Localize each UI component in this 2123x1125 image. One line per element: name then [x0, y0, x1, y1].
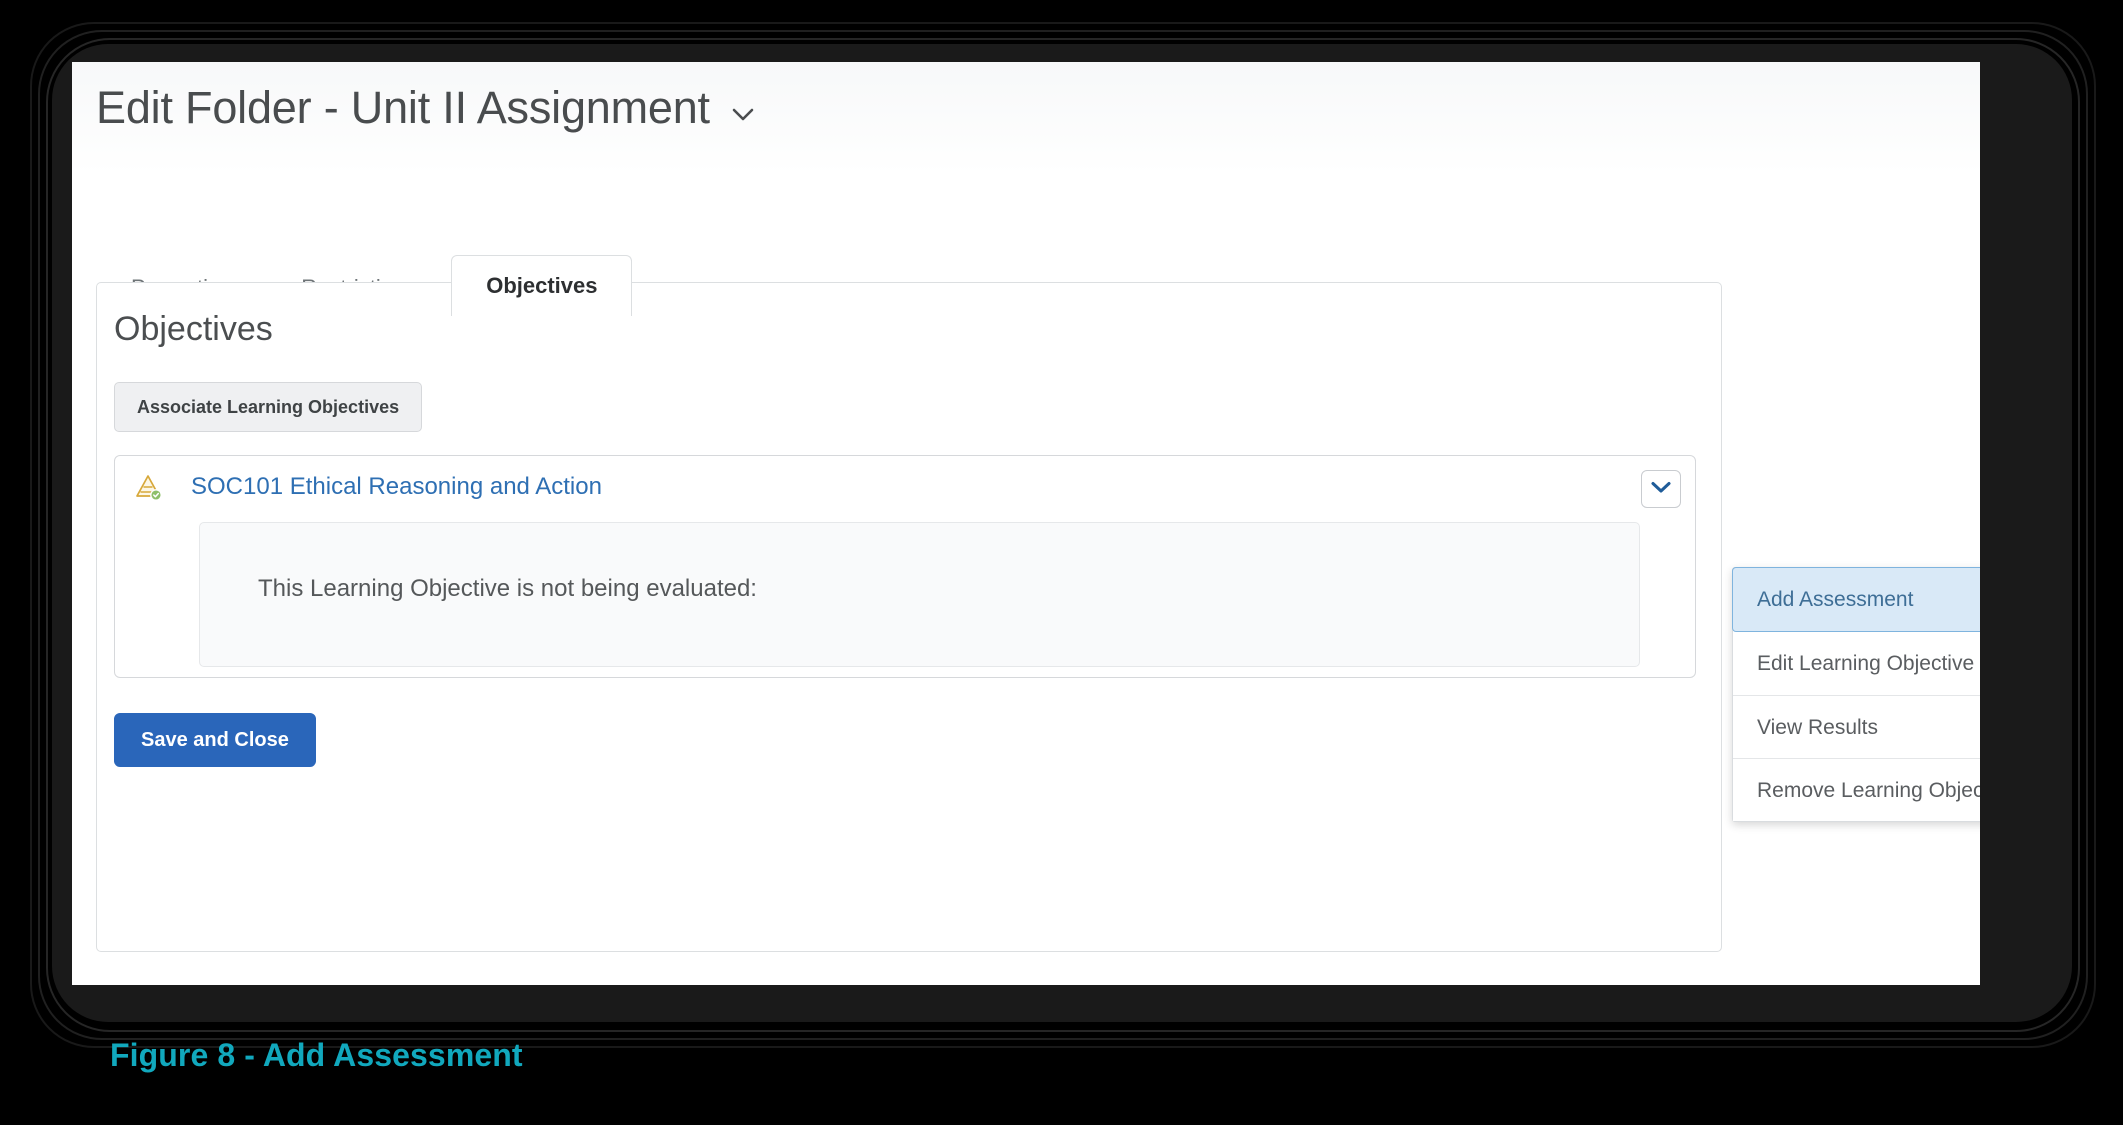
learning-objective-link[interactable]: SOC101 Ethical Reasoning and Action: [191, 473, 602, 501]
page-title: Edit Folder - Unit II Assignment: [96, 82, 710, 133]
objectives-panel: Objectives Associate Learning Objectives: [96, 282, 1722, 952]
learning-objective-actions-button[interactable]: [1641, 470, 1681, 508]
app-window: Edit Folder - Unit II Assignment Propert…: [72, 62, 1980, 985]
learning-objective-header-row: SOC101 Ethical Reasoning and Action: [115, 456, 1695, 518]
page-title-row: Edit Folder - Unit II Assignment: [96, 82, 754, 134]
menu-item-edit-learning-objective[interactable]: Edit Learning Objective: [1733, 632, 1980, 695]
title-chevron-down-icon[interactable]: [732, 94, 754, 122]
save-and-close-button[interactable]: Save and Close: [114, 713, 316, 767]
menu-item-add-assessment[interactable]: Add Assessment: [1732, 567, 1980, 632]
learning-objective-actions-menu: Add Assessment Edit Learning Objective V…: [1732, 567, 1980, 822]
app-header: Edit Folder - Unit II Assignment: [72, 62, 1980, 174]
associate-learning-objectives-button[interactable]: Associate Learning Objectives: [114, 382, 423, 432]
screenshot-stage: Edit Folder - Unit II Assignment Propert…: [0, 0, 2123, 1125]
panel-heading: Objectives: [114, 310, 273, 348]
figure-caption: Figure 8 - Add Assessment: [110, 1037, 523, 1073]
learning-objective-pyramid-icon: [133, 472, 163, 502]
menu-item-view-results[interactable]: View Results: [1733, 695, 1980, 758]
chevron-down-icon: [1651, 481, 1671, 497]
learning-objective-status-text: This Learning Objective is not being eva…: [258, 575, 757, 602]
tab-objectives[interactable]: Objectives: [451, 255, 633, 316]
menu-item-remove-learning-objective[interactable]: Remove Learning Objective: [1733, 758, 1980, 821]
learning-objective-status-box: This Learning Objective is not being eva…: [199, 522, 1640, 667]
learning-objective-card: SOC101 Ethical Reasoning and Action This…: [114, 455, 1696, 678]
